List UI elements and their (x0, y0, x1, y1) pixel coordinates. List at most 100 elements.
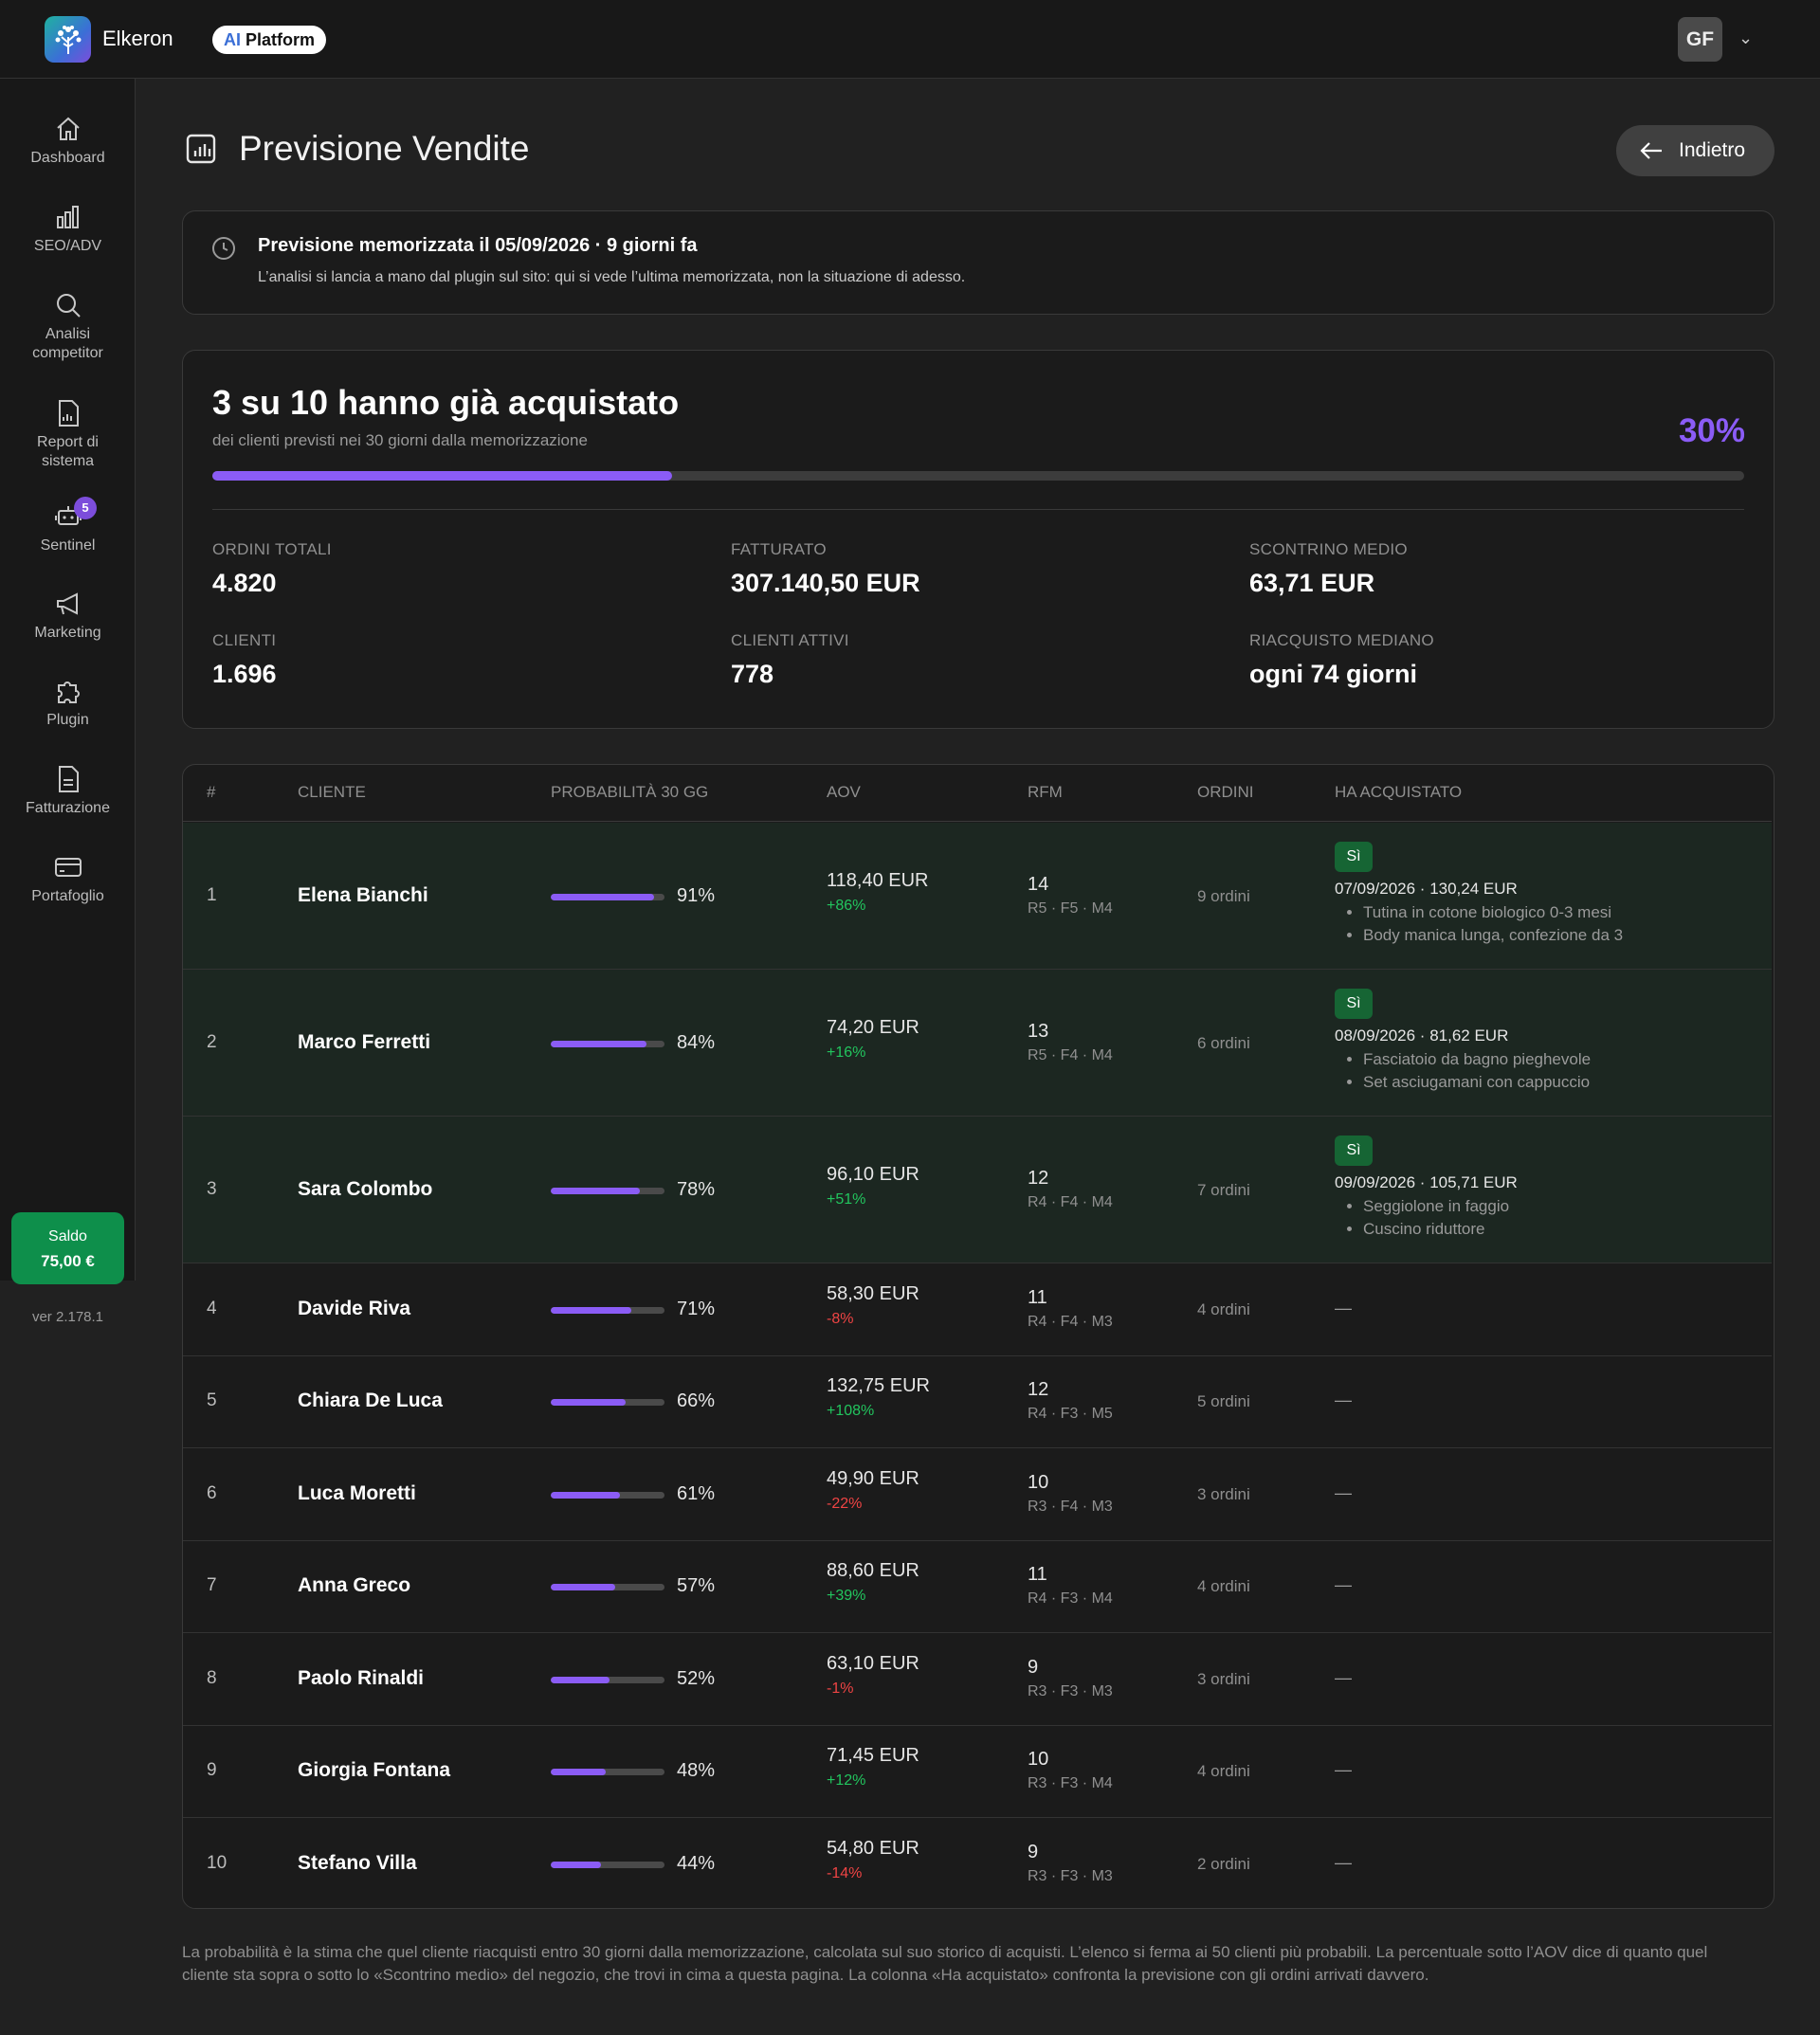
sidebar: Dashboard SEO/ADV Analisi competitor Rep… (0, 79, 136, 1325)
stat-riacquisto: RIACQUISTO MEDIANO ogni 74 giorni (1249, 631, 1434, 689)
ai-pill-text: Platform (246, 30, 316, 49)
probability-bar (551, 1769, 664, 1776)
sidebar-item-plugin[interactable]: Plugin (0, 675, 136, 730)
table-row[interactable]: 6 Luca Moretti 61% 49,90 EUR -22% 10 R3 · F4 ·… (183, 1448, 1772, 1541)
stat-label: ORDINI TOTALI (212, 540, 332, 558)
table-row[interactable]: 8 Paolo Rinaldi 52% 63,10 EUR -1% 9 R3 · F3 · … (183, 1633, 1772, 1726)
sidebar-item-portafoglio[interactable]: Portafoglio (0, 851, 136, 906)
saldo-label: Saldo (48, 1228, 87, 1245)
rfm-cell: 10 R3 · F4 · M3 (1028, 1472, 1113, 1516)
probability-fill (551, 1040, 646, 1047)
col-header[interactable]: AOV (827, 783, 861, 802)
aov-delta: +12% (827, 1772, 866, 1790)
summary-headline: 3 su 10 hanno già acquistato (212, 383, 680, 422)
customer-name[interactable]: Paolo Rinaldi (298, 1667, 424, 1690)
version-label: ver 2.178.1 (31, 1309, 104, 1325)
customer-name[interactable]: Sara Colombo (298, 1178, 432, 1201)
report-icon (58, 400, 79, 427)
no-purchase: — (1335, 1482, 1352, 1502)
rfm-breakdown: R3 · F3 · M4 (1028, 1775, 1113, 1792)
info-card: Previsione memorizzata il 05/09/2026 · 9… (182, 210, 1774, 315)
table-row[interactable]: 10 Stefano Villa 44% 54,80 EUR -14% 9 R3 · F3 … (183, 1818, 1772, 1908)
customer-name[interactable]: Chiara De Luca (298, 1390, 443, 1412)
stat-label: CLIENTI (212, 631, 277, 649)
row-number: 10 (207, 1852, 228, 1873)
col-header[interactable]: ORDINI (1197, 783, 1254, 802)
sidebar-item-dashboard[interactable]: Dashboard (0, 113, 136, 168)
customer-name[interactable]: Giorgia Fontana (298, 1759, 450, 1782)
aov-cell: 49,90 EUR -22% (827, 1468, 919, 1513)
sidebar-item-sentinel[interactable]: 5 Sentinel (0, 497, 136, 555)
sidebar-item-label: Sentinel (40, 537, 96, 554)
no-purchase: — (1335, 1852, 1352, 1872)
ai-platform-pill[interactable]: AI Platform (212, 26, 327, 54)
sidebar-item-label: Analisi competitor (32, 326, 103, 361)
table-row[interactable]: 2 Marco Ferretti 84% 74,20 EUR +16% 13 R5 · F4… (183, 970, 1772, 1117)
status-badge: Sì (1335, 1136, 1373, 1166)
sidebar-item-seo[interactable]: SEO/ADV (0, 201, 136, 256)
customer-name[interactable]: Marco Ferretti (298, 1031, 430, 1054)
rfm-breakdown: R3 · F4 · M3 (1028, 1498, 1113, 1515)
col-header[interactable]: RFM (1028, 783, 1063, 802)
row-number: 7 (207, 1575, 217, 1596)
rfm-cell: 11 R4 · F4 · M3 (1028, 1287, 1113, 1331)
back-button[interactable]: Indietro (1616, 125, 1774, 176)
purchased-item: Tutina in cotone biologico 0-3 mesi (1363, 901, 1623, 924)
customer-name[interactable]: Davide Riva (298, 1298, 410, 1320)
row-number: 4 (207, 1298, 217, 1318)
search-icon (56, 294, 81, 318)
rfm-score: 10 (1028, 1471, 1049, 1493)
rfm-breakdown: R5 · F5 · M4 (1028, 899, 1113, 917)
col-header[interactable]: CLIENTE (298, 783, 366, 802)
rfm-breakdown: R4 · F3 · M4 (1028, 1590, 1113, 1608)
probability-bar (551, 893, 664, 900)
chevron-down-icon[interactable]: ⌄ (1738, 28, 1753, 48)
sidebar-item-label: Marketing (34, 625, 101, 641)
sidebar-item-marketing[interactable]: Marketing (0, 588, 136, 643)
stat-value: 1.696 (212, 660, 277, 688)
table-row[interactable]: 3 Sara Colombo 78% 96,10 EUR +51% 12 R4 · F4 ·… (183, 1117, 1772, 1263)
col-header[interactable]: HA ACQUISTATO (1335, 783, 1462, 802)
sidebar-item-competitor[interactable]: Analisi competitor (0, 289, 136, 363)
table-row[interactable]: 7 Anna Greco 57% 88,60 EUR +39% 11 R4 · F3 · M… (183, 1541, 1772, 1633)
rfm-breakdown: R4 · F4 · M3 (1028, 1313, 1113, 1330)
rfm-cell: 12 R4 · F3 · M5 (1028, 1379, 1113, 1423)
stat-scontrino: SCONTRINO MEDIO 63,71 EUR (1249, 540, 1408, 598)
invoice-icon (58, 766, 79, 792)
brand-name[interactable]: Elkeron (102, 27, 173, 51)
purchased-item: Cuscino riduttore (1363, 1218, 1518, 1241)
stat-fatturato: FATTURATO 307.140,50 EUR (731, 540, 920, 598)
table-row[interactable]: 9 Giorgia Fontana 48% 71,45 EUR +12% 10 R3 · F… (183, 1726, 1772, 1818)
customer-name[interactable]: Anna Greco (298, 1574, 410, 1597)
sidebar-item-report[interactable]: Report di sistema (0, 397, 136, 471)
row-number: 8 (207, 1667, 217, 1688)
aov-delta: -8% (827, 1310, 854, 1327)
stat-label: RIACQUISTO MEDIANO (1249, 631, 1434, 649)
customer-name[interactable]: Stefano Villa (298, 1852, 417, 1875)
stat-clienti-attivi: CLIENTI ATTIVI 778 (731, 631, 849, 689)
customer-name[interactable]: Elena Bianchi (298, 884, 428, 907)
orders-count: 6 ordini (1197, 1033, 1250, 1052)
sidebar-item-label: Plugin (46, 712, 89, 728)
orders-count: 9 ordini (1197, 886, 1250, 905)
customer-name[interactable]: Luca Moretti (298, 1482, 416, 1505)
col-header[interactable]: PROBABILITÀ 30 GG (551, 783, 708, 802)
table-row[interactable]: 5 Chiara De Luca 66% 132,75 EUR +108% 12 R4 · … (183, 1356, 1772, 1448)
avatar[interactable]: GF (1678, 17, 1722, 62)
rfm-cell: 11 R4 · F3 · M4 (1028, 1564, 1113, 1608)
table-row[interactable]: 1 Elena Bianchi 91% 118,40 EUR +86% 14 R5 · F5… (183, 823, 1772, 970)
aov-value: 63,10 EUR (827, 1652, 919, 1674)
rfm-breakdown: R4 · F4 · M4 (1028, 1193, 1113, 1210)
sidebar-item-label: SEO/ADV (33, 238, 102, 254)
rfm-cell: 14 R5 · F5 · M4 (1028, 874, 1113, 918)
aov-value: 71,45 EUR (827, 1745, 919, 1767)
table-row[interactable]: 4 Davide Riva 71% 58,30 EUR -8% 11 R4 · F4 · M… (183, 1263, 1772, 1356)
tree-logo-icon[interactable] (45, 16, 91, 63)
rfm-cell: 9 R3 · F3 · M3 (1028, 1657, 1113, 1700)
probability-value: 61% (677, 1482, 716, 1504)
saldo-button[interactable]: Saldo 75,00 € (11, 1212, 124, 1284)
forecast-table: # CLIENTE PROBABILITÀ 30 GG AOV RFM ORDI… (182, 764, 1774, 1909)
stat-clienti: CLIENTI 1.696 (212, 631, 277, 689)
sidebar-item-fatturazione[interactable]: Fatturazione (0, 763, 136, 818)
arrow-left-icon (1640, 142, 1662, 159)
